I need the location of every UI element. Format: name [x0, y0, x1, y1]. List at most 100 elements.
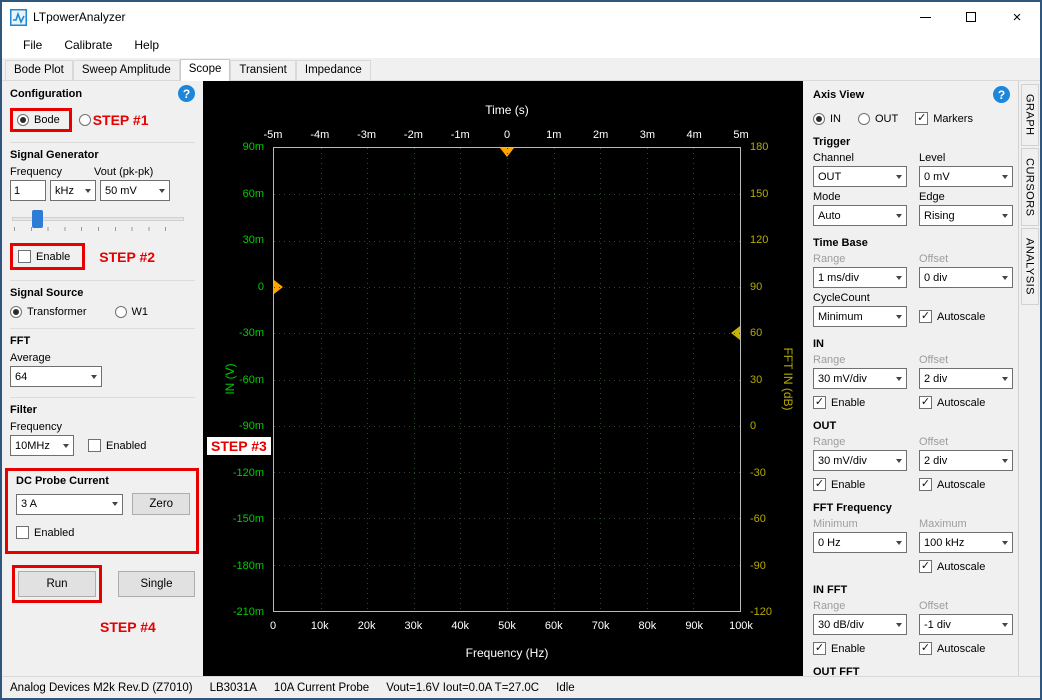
trigger-channel-select[interactable]: OUT [813, 166, 907, 187]
out-autoscale-checkbox[interactable]: Autoscale [919, 478, 1013, 491]
grid-line-vertical [647, 148, 648, 611]
tab-scope[interactable]: Scope [180, 59, 231, 81]
cyclecount-select[interactable]: Minimum [813, 306, 907, 327]
left-panel: Configuration ? Bode STEP #1 Signal Gene… [2, 81, 203, 676]
timebase-offset-select[interactable]: 0 div [919, 267, 1013, 288]
radio-dot-icon [813, 113, 825, 125]
out-offset-select[interactable]: 2 div [919, 450, 1013, 471]
timebase-range-select[interactable]: 1 ms/div [813, 267, 907, 288]
side-tab-analysis[interactable]: ANALYSIS [1021, 228, 1039, 305]
signal-generator-enable-checkbox[interactable]: Enable [18, 250, 70, 263]
tab-bode-plot[interactable]: Bode Plot [5, 60, 73, 80]
infft-range-select[interactable]: 30 dB/div [813, 614, 907, 635]
zero-button[interactable]: Zero [132, 493, 190, 515]
slider-thumb[interactable] [32, 210, 43, 228]
timebase-autoscale-checkbox[interactable]: Autoscale [919, 310, 1013, 323]
minimize-button[interactable] [902, 2, 948, 32]
tab-transient[interactable]: Transient [230, 60, 296, 80]
maximize-button[interactable] [948, 2, 994, 32]
bode-radio[interactable]: Bode [17, 114, 60, 126]
markers-checkbox[interactable]: Markers [915, 112, 973, 125]
dc-probe-enabled-label: Enabled [34, 527, 74, 539]
app-window: LTpowerAnalyzer × FileCalibrateHelp Bode… [0, 0, 1042, 700]
top-axis-tick: -1m [451, 129, 470, 141]
time-base-title: Time Base [813, 237, 1010, 249]
dc-probe-enabled-checkbox[interactable]: Enabled [16, 526, 74, 539]
frequency-label: Frequency [10, 166, 94, 178]
out-offset-value: 2 div [924, 455, 947, 467]
top-axis-tick: -2m [404, 129, 423, 141]
bottom-axis-ticks: 010k20k30k40k50k60k70k80k90k100k [273, 620, 741, 634]
axis-view-in-radio[interactable]: IN [813, 113, 841, 125]
source-transformer-radio[interactable]: Transformer [10, 306, 87, 318]
bottom-axis-tick: 60k [545, 620, 563, 632]
step2-highlight-box: Enable [10, 243, 85, 270]
chevron-down-icon [997, 451, 1012, 470]
infft-autoscale-checkbox[interactable]: Autoscale [919, 642, 1013, 655]
in-range-select[interactable]: 30 mV/div [813, 368, 907, 389]
side-tab-cursors[interactable]: CURSORS [1021, 148, 1039, 227]
chevron-down-icon [891, 533, 906, 552]
trigger-level-input[interactable]: 0 mV [919, 166, 1013, 187]
frequency-input[interactable] [10, 180, 46, 201]
trigger-edge-value: Rising [924, 210, 955, 222]
frequency-unit-value: kHz [55, 185, 74, 197]
in-fft-offset-label: Offset [919, 600, 1013, 612]
out-offset-label: Offset [919, 436, 1013, 448]
infft-offset-select[interactable]: -1 div [919, 614, 1013, 635]
tab-sweep-amplitude[interactable]: Sweep Amplitude [73, 60, 180, 80]
fft-average-select[interactable]: 64 [10, 366, 102, 387]
source-w1-radio[interactable]: W1 [115, 306, 149, 318]
configuration-second-radio[interactable] [79, 114, 91, 126]
fft-min-select[interactable]: 0 Hz [813, 532, 907, 553]
left-axis-tick: -120m [233, 467, 264, 479]
in-fft-range-label: Range [813, 600, 907, 612]
amplitude-slider[interactable] [12, 209, 184, 235]
filter-enabled-checkbox[interactable]: Enabled [88, 439, 146, 452]
close-button[interactable]: × [994, 2, 1040, 32]
trigger-edge-select[interactable]: Rising [919, 205, 1013, 226]
vout-select[interactable]: 50 mV [100, 180, 170, 201]
side-tab-strip: GRAPH CURSORSANALYSIS [1018, 81, 1040, 676]
checkbox-checked-icon [919, 310, 932, 323]
trigger-mode-select[interactable]: Auto [813, 205, 907, 226]
help-icon-configuration[interactable]: ? [178, 85, 195, 102]
checkbox-checked-icon [919, 560, 932, 573]
out-enable-checkbox[interactable]: Enable [813, 478, 907, 491]
bottom-axis-tick: 40k [451, 620, 469, 632]
grid-line-horizontal [274, 426, 740, 427]
tab-impedance[interactable]: Impedance [296, 60, 371, 80]
axis-view-out-radio[interactable]: OUT [858, 113, 898, 125]
axis-view-in-label: IN [830, 113, 841, 125]
out-range-select[interactable]: 30 mV/div [813, 450, 907, 471]
out-enable-label: Enable [831, 479, 865, 491]
help-icon-axis-view[interactable]: ? [993, 86, 1010, 103]
frequency-unit-select[interactable]: kHz [50, 180, 96, 201]
fft-frequency-autoscale-checkbox[interactable]: Autoscale [919, 560, 1013, 573]
right-axis-tick: 30 [750, 374, 762, 386]
side-tab-graph[interactable]: GRAPH [1021, 84, 1039, 146]
right-panel: Axis View ? IN OUT Markers Trigger [803, 81, 1018, 676]
menu-item-file[interactable]: File [12, 34, 53, 56]
infft-autoscale-label: Autoscale [937, 643, 985, 655]
top-axis-tick: 5m [733, 129, 748, 141]
in-enable-checkbox[interactable]: Enable [813, 396, 907, 409]
single-button[interactable]: Single [118, 571, 195, 597]
left-axis-tick: 90m [243, 141, 264, 153]
bottom-axis-tick: 10k [311, 620, 329, 632]
timebase-autoscale-label: Autoscale [937, 311, 985, 323]
in-autoscale-checkbox[interactable]: Autoscale [919, 396, 1013, 409]
filter-frequency-select[interactable]: 10MHz [10, 435, 74, 456]
main-area: Configuration ? Bode STEP #1 Signal Gene… [2, 81, 1040, 676]
right-axis-ticks: 1801501209060300-30-60-90-120 [745, 147, 803, 612]
menu-item-calibrate[interactable]: Calibrate [53, 34, 123, 56]
run-button[interactable]: Run [18, 571, 96, 597]
fft-max-select[interactable]: 100 kHz [919, 532, 1013, 553]
dc-probe-current-select[interactable]: 3 A [16, 494, 123, 515]
top-axis-tick: 4m [687, 129, 702, 141]
average-label: Average [10, 352, 195, 364]
filter-frequency-value: 10MHz [15, 440, 50, 452]
in-offset-select[interactable]: 2 div [919, 368, 1013, 389]
infft-enable-checkbox[interactable]: Enable [813, 642, 907, 655]
menu-item-help[interactable]: Help [123, 34, 170, 56]
